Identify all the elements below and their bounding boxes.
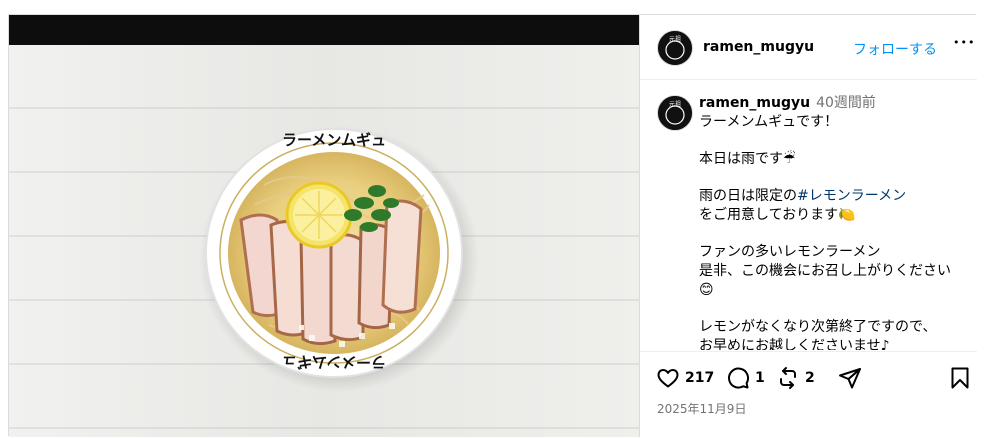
like-button[interactable]: 217 [656, 366, 714, 390]
post-media[interactable]: ラーメンムギュ ラーメンムギュ [9, 15, 639, 437]
post-side-panel: 元祖 ramen_mugyu フォローする ••• 元祖 ramen_mugyu… [640, 15, 977, 437]
bowl-rim-text-top: ラーメンムギュ [282, 131, 386, 149]
caption-avatar-logo-text: 元祖 [669, 100, 681, 108]
caption-header-line: ramen_mugyu 40週間前 [699, 94, 876, 112]
post-time-ago[interactable]: 40週間前 [816, 95, 876, 111]
avatar[interactable]: 元祖 [657, 30, 693, 66]
repost-icon[interactable] [776, 366, 800, 390]
share-send-icon[interactable] [838, 366, 862, 390]
caption-line-4: をご用意しております🍋 [699, 207, 856, 223]
repost-count[interactable]: 2 [805, 370, 815, 386]
follow-button[interactable]: フォローする [853, 39, 937, 59]
action-bar: 217 1 2 2025年11月9日 [640, 351, 977, 438]
post-date[interactable]: 2025年11月9日 [657, 400, 746, 417]
caption-line-9: お早めにお越しくださいませ♪ [699, 338, 890, 350]
post-frame: ラーメンムギュ ラーメンムギュ 元祖 ramen_mugyu フォローする ••… [8, 14, 977, 437]
post-header: 元祖 ramen_mugyu フォローする ••• [640, 15, 977, 80]
repost-button[interactable]: 2 [776, 366, 815, 390]
ramen-bowl-image: ラーメンムギュ ラーメンムギュ [199, 126, 479, 392]
comment-button[interactable]: 1 [726, 366, 765, 390]
caption-line-6: 是非、この機会にお召し上がりください [699, 263, 951, 279]
caption-line-3: 雨の日は限定の#レモンラーメン [699, 187, 906, 205]
header-username[interactable]: ramen_mugyu [703, 39, 814, 55]
more-options-icon[interactable]: ••• [953, 36, 975, 49]
heart-icon[interactable] [656, 366, 680, 390]
bowl-rim-text-bottom: ラーメンムギュ [282, 353, 386, 371]
caption-avatar[interactable]: 元祖 [657, 95, 693, 131]
hashtag-link[interactable]: #レモンラーメン [797, 188, 906, 204]
share-button[interactable] [838, 366, 862, 390]
comment-count[interactable]: 1 [755, 370, 765, 386]
caption-username[interactable]: ramen_mugyu [699, 95, 810, 111]
caption-line-2: 本日は雨です☔ [699, 151, 796, 167]
caption-line-5: ファンの多いレモンラーメン [699, 244, 881, 260]
caption-line-3-text: 雨の日は限定の [699, 188, 797, 204]
caption-line-1: ラーメンムギュです！ [699, 114, 839, 130]
caption-area[interactable]: 元祖 ramen_mugyu 40週間前 ラーメンムギュです！ 本日は雨です☔ 雨… [640, 80, 977, 350]
bookmark-icon[interactable] [948, 366, 972, 390]
avatar-logo-text: 元祖 [669, 35, 681, 43]
caption-line-7: 😊 [699, 282, 714, 298]
comment-bubble-icon[interactable] [726, 366, 750, 390]
like-count[interactable]: 217 [685, 370, 714, 386]
save-button[interactable] [948, 366, 972, 390]
caption-line-8: レモンがなくなり次第終了ですので、 [699, 319, 937, 335]
